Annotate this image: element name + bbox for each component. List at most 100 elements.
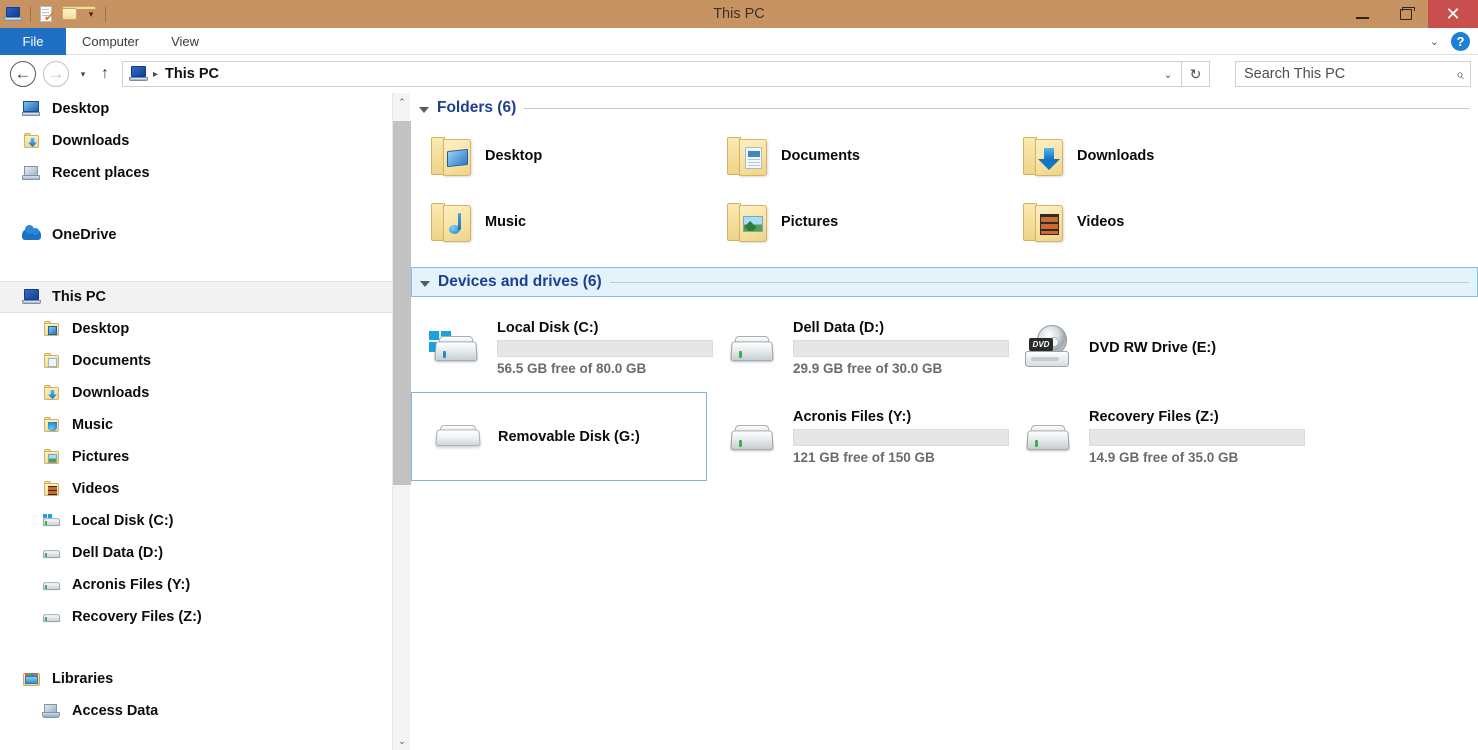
sidebar-item-downloads-quick[interactable]: Downloads: [0, 125, 392, 157]
sidebar-item-recent-places[interactable]: Recent places: [0, 157, 392, 189]
tab-view[interactable]: View: [155, 28, 215, 55]
folder-desktop-icon: [42, 320, 64, 338]
title-bar: ✓ ▾ This PC ✕: [0, 0, 1478, 28]
search-input[interactable]: Search This PC: [1244, 66, 1345, 82]
folder-music-icon: [42, 416, 64, 434]
folder-tile-videos[interactable]: Videos: [1003, 189, 1299, 255]
address-dropdown-caret-icon[interactable]: ⌄: [1157, 62, 1179, 86]
drive-tile-removable-disk-g[interactable]: Removable Disk (G:): [411, 392, 707, 481]
drives-tile-grid: Local Disk (C:) 56.5 GB free of 80.0 GB …: [411, 297, 1478, 481]
breadcrumb-separator-icon[interactable]: ▸: [153, 69, 158, 80]
drive-tile-dell-data-d[interactable]: Dell Data (D:) 29.9 GB free of 30.0 GB: [707, 303, 1009, 392]
close-button[interactable]: ✕: [1428, 0, 1478, 28]
recent-places-icon: [22, 164, 44, 182]
devices-and-drives-group-header[interactable]: Devices and drives (6): [411, 267, 1478, 297]
sidebar-item-acronis-files-y[interactable]: Acronis Files (Y:): [0, 569, 392, 601]
folder-music-icon: [429, 201, 475, 243]
sidebar-item-pictures[interactable]: Pictures: [0, 441, 392, 473]
explorer-body: Desktop Downloads Recent places OneDrive…: [0, 93, 1478, 750]
chevron-down-icon[interactable]: ⌄: [1428, 35, 1441, 48]
sidebar-item-label: Music: [72, 417, 114, 433]
sidebar-item-libraries[interactable]: Libraries: [0, 663, 392, 695]
sidebar-item-desktop-quick[interactable]: Desktop: [0, 93, 392, 125]
libraries-icon: [22, 670, 44, 688]
system-drive-icon: [42, 512, 64, 530]
drive-icon: [1021, 414, 1079, 460]
sidebar-item-videos[interactable]: Videos: [0, 473, 392, 505]
drive-name: Recovery Files (Z:): [1089, 408, 1219, 425]
folder-tile-music[interactable]: Music: [411, 189, 707, 255]
this-pc-icon[interactable]: [4, 4, 24, 24]
window-title: This PC: [713, 6, 765, 22]
scrollbar-thumb[interactable]: [393, 121, 411, 485]
scroll-down-icon[interactable]: ⌄: [393, 732, 411, 750]
address-bar[interactable]: ▸ This PC ⌄: [122, 61, 1182, 87]
sidebar-item-local-disk-c[interactable]: Local Disk (C:): [0, 505, 392, 537]
search-box[interactable]: Search This PC ⌕: [1235, 61, 1471, 87]
sidebar-item-recovery-files-z[interactable]: Recovery Files (Z:): [0, 601, 392, 633]
forward-button[interactable]: →: [43, 61, 69, 87]
folder-download-icon: [42, 384, 64, 402]
recent-locations-caret-icon[interactable]: ▾: [77, 69, 89, 80]
refresh-button[interactable]: ↻: [1182, 61, 1210, 87]
ribbon-tab-strip: File Computer View ⌄ ?: [0, 28, 1478, 55]
folders-group-header[interactable]: Folders (6): [411, 93, 1478, 123]
sidebar-item-label: Downloads: [72, 385, 150, 401]
folder-documents-icon: [42, 352, 64, 370]
sidebar-item-label: Dell Data (D:): [72, 545, 164, 561]
drive-name: Local Disk (C:): [497, 319, 599, 336]
drive-free-space: 56.5 GB free of 80.0 GB: [497, 360, 647, 376]
tile-label: Videos: [1077, 214, 1125, 230]
back-button[interactable]: ←: [10, 61, 36, 87]
scroll-up-icon[interactable]: ⌃: [393, 93, 411, 111]
minimize-button[interactable]: [1340, 0, 1384, 28]
ribbon-right-controls: ⌄ ?: [1428, 28, 1478, 54]
breadcrumb-this-pc[interactable]: This PC: [165, 66, 219, 82]
drive-tile-recovery-files-z[interactable]: Recovery Files (Z:) 14.9 GB free of 35.0…: [1003, 392, 1305, 481]
tab-file[interactable]: File: [0, 28, 66, 55]
new-folder-icon[interactable]: [60, 4, 96, 24]
search-icon[interactable]: ⌕: [1456, 66, 1464, 83]
folder-pictures-icon: [725, 201, 771, 243]
window-controls: ✕: [1340, 0, 1478, 28]
sidebar-item-label: Downloads: [52, 133, 130, 149]
folder-tile-desktop[interactable]: Desktop: [411, 123, 707, 189]
drive-tile-local-disk-c[interactable]: Local Disk (C:) 56.5 GB free of 80.0 GB: [411, 303, 713, 392]
sidebar-item-label: Desktop: [52, 101, 110, 117]
drive-tile-acronis-files-y[interactable]: Acronis Files (Y:) 121 GB free of 150 GB: [707, 392, 1009, 481]
devices-group-label: Devices and drives (6): [438, 273, 602, 290]
folder-tile-pictures[interactable]: Pictures: [707, 189, 1003, 255]
drive-name: Dell Data (D:): [793, 319, 885, 336]
sidebar-item-desktop[interactable]: Desktop: [0, 313, 392, 345]
drive-free-space: 14.9 GB free of 35.0 GB: [1089, 449, 1239, 465]
sidebar-item-label: OneDrive: [52, 227, 117, 243]
sidebar-item-access-data[interactable]: Access Data: [0, 695, 392, 727]
chevron-collapse-icon[interactable]: [420, 280, 430, 287]
drive-name: DVD RW Drive (E:): [1089, 339, 1217, 356]
drive-info: Local Disk (C:) 56.5 GB free of 80.0 GB: [497, 320, 713, 376]
drive-free-space: 29.9 GB free of 30.0 GB: [793, 360, 943, 376]
navigation-pane-scrollbar[interactable]: ⌃ ⌄: [392, 93, 411, 750]
chevron-collapse-icon[interactable]: [419, 106, 429, 113]
drive-tile-dvd-rw-e[interactable]: DVD DVD RW Drive (E:): [1003, 303, 1299, 392]
cloud-icon: [22, 225, 44, 245]
sidebar-item-this-pc[interactable]: This PC: [0, 281, 392, 313]
folder-pictures-icon: [42, 448, 64, 466]
properties-icon[interactable]: ✓: [37, 4, 57, 24]
sidebar-item-dell-data-d[interactable]: Dell Data (D:): [0, 537, 392, 569]
drive-name: Removable Disk (G:): [498, 428, 640, 445]
tab-computer[interactable]: Computer: [66, 28, 155, 55]
folder-tile-documents[interactable]: Documents: [707, 123, 1003, 189]
folder-videos-icon: [1021, 201, 1067, 243]
up-button[interactable]: ↑: [97, 65, 113, 83]
sidebar-item-documents[interactable]: Documents: [0, 345, 392, 377]
group-rule: [524, 107, 1470, 109]
sidebar-item-music[interactable]: Music: [0, 409, 392, 441]
maximize-restore-button[interactable]: [1384, 0, 1428, 28]
capacity-bar: [1089, 428, 1305, 446]
sidebar-item-onedrive[interactable]: OneDrive: [0, 219, 392, 251]
folder-tile-downloads[interactable]: Downloads: [1003, 123, 1299, 189]
sidebar-item-downloads[interactable]: Downloads: [0, 377, 392, 409]
help-icon[interactable]: ?: [1451, 31, 1470, 51]
qat-divider-2: [105, 6, 106, 22]
